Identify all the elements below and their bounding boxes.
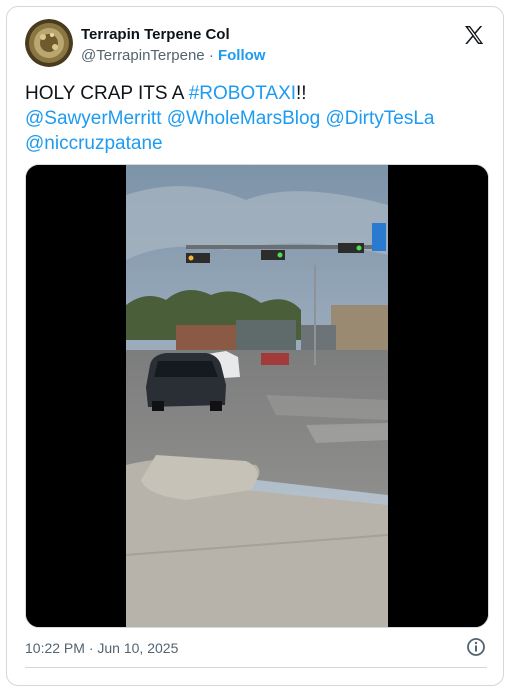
author-handle-row: @TerrapinTerpene · Follow: [81, 47, 265, 65]
video-player[interactable]: [25, 164, 489, 628]
tweet-text: HOLY CRAP ITS A #ROBOTAXI!! @SawyerMerri…: [25, 81, 495, 156]
tweet-time: 10:22 PM: [25, 640, 85, 656]
hashtag-link[interactable]: #ROBOTAXI: [189, 83, 296, 104]
tweet-text-prefix: HOLY CRAP ITS A: [25, 83, 189, 104]
tweet-timestamp[interactable]: 10:22 PM · Jun 10, 2025: [25, 639, 178, 657]
tweet-card: Terrapin Terpene Col @TerrapinTerpene · …: [6, 6, 504, 686]
divider: [25, 667, 487, 668]
mention-link[interactable]: @SawyerMerritt: [25, 108, 161, 129]
tweet-date: Jun 10, 2025: [97, 640, 179, 656]
video-frame: [26, 165, 488, 627]
author-name[interactable]: Terrapin Terpene Col: [81, 26, 230, 44]
x-logo-icon[interactable]: [462, 23, 486, 47]
mention-link[interactable]: @DirtyTesLa: [325, 108, 434, 129]
tweet-text-suffix: !!: [296, 83, 307, 104]
follow-button[interactable]: Follow: [218, 47, 266, 64]
meta-separator: ·: [88, 640, 94, 656]
author-handle[interactable]: @TerrapinTerpene: [81, 47, 205, 64]
info-icon[interactable]: [466, 637, 486, 657]
handle-separator: ·: [208, 47, 214, 64]
avatar[interactable]: [25, 19, 73, 67]
mention-link[interactable]: @WholeMarsBlog: [167, 108, 320, 129]
mention-link[interactable]: @niccruzpatane: [25, 133, 163, 154]
